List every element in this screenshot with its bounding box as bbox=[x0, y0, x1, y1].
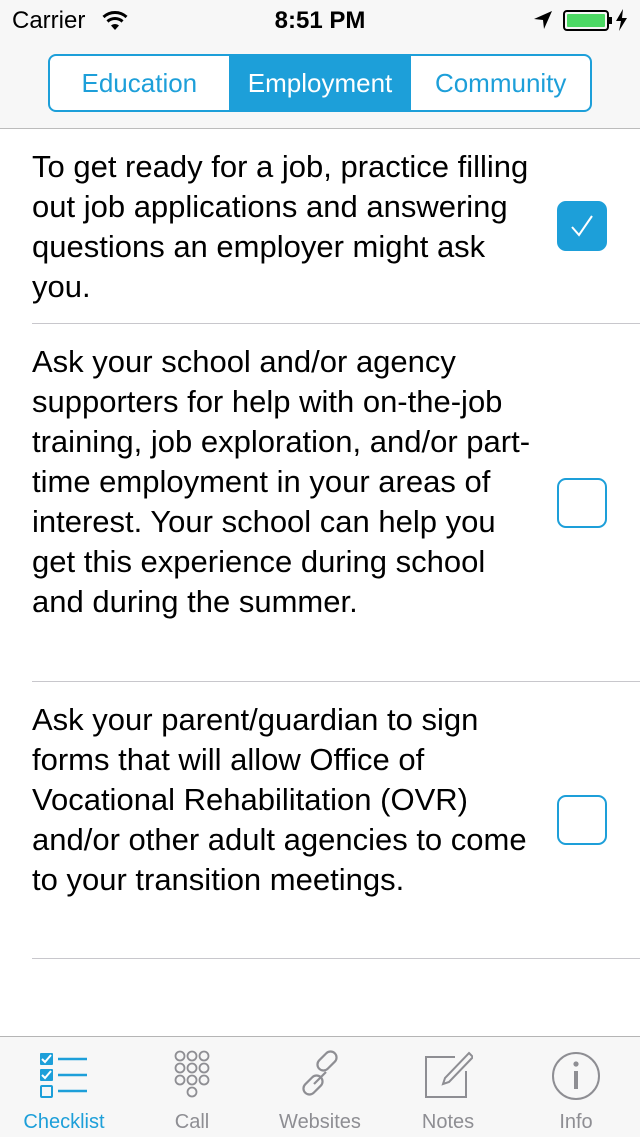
keypad-icon bbox=[174, 1050, 210, 1098]
tab-label: Checklist bbox=[23, 1111, 105, 1133]
tab-websites[interactable]: Websites bbox=[256, 1037, 384, 1137]
tab-checklist[interactable]: Checklist bbox=[0, 1037, 128, 1137]
tab-info[interactable]: Info bbox=[512, 1037, 640, 1137]
tab-label: Websites bbox=[279, 1111, 361, 1133]
tab-label: Call bbox=[174, 1111, 210, 1133]
checklist-icon bbox=[40, 1053, 87, 1098]
notes-pencil-icon bbox=[425, 1051, 473, 1098]
list-item: Ask your school and/or agency supporters… bbox=[32, 324, 640, 682]
list-item: To get ready for a job, practice filling… bbox=[32, 129, 640, 324]
battery-charging-icon bbox=[563, 9, 627, 31]
checklist-item-text: Ask your school and/or agency supporters… bbox=[32, 344, 531, 619]
checkbox-unchecked[interactable] bbox=[557, 477, 607, 528]
tab-bar: Checklist Call Websites Notes Info bbox=[0, 1036, 640, 1137]
segment-education[interactable]: Education bbox=[50, 56, 229, 110]
checkmark-icon bbox=[571, 215, 593, 237]
checkbox-unchecked[interactable] bbox=[557, 795, 607, 845]
info-icon bbox=[552, 1052, 600, 1100]
navigation-bar: Education Employment Community bbox=[0, 40, 640, 129]
tab-label: Notes bbox=[421, 1111, 475, 1133]
checkbox-checked[interactable] bbox=[557, 201, 607, 251]
list-item: Ask your parent/guardian to sign forms t… bbox=[32, 682, 640, 959]
tab-call[interactable]: Call bbox=[128, 1037, 256, 1137]
location-arrow-icon bbox=[534, 11, 552, 29]
status-bar: Carrier 8:51 PM bbox=[0, 0, 640, 40]
tab-notes[interactable]: Notes bbox=[384, 1037, 512, 1137]
segment-community[interactable]: Community bbox=[409, 56, 590, 110]
checklist-item-text: To get ready for a job, practice filling… bbox=[32, 149, 529, 304]
link-icon bbox=[302, 1050, 338, 1096]
checklist-item-text: Ask your parent/guardian to sign forms t… bbox=[32, 702, 527, 897]
tab-label: Info bbox=[559, 1111, 593, 1133]
checklist: To get ready for a job, practice filling… bbox=[0, 129, 640, 959]
segment-employment[interactable]: Employment bbox=[228, 56, 410, 110]
category-segmented-control: Education Employment Community bbox=[48, 54, 592, 112]
